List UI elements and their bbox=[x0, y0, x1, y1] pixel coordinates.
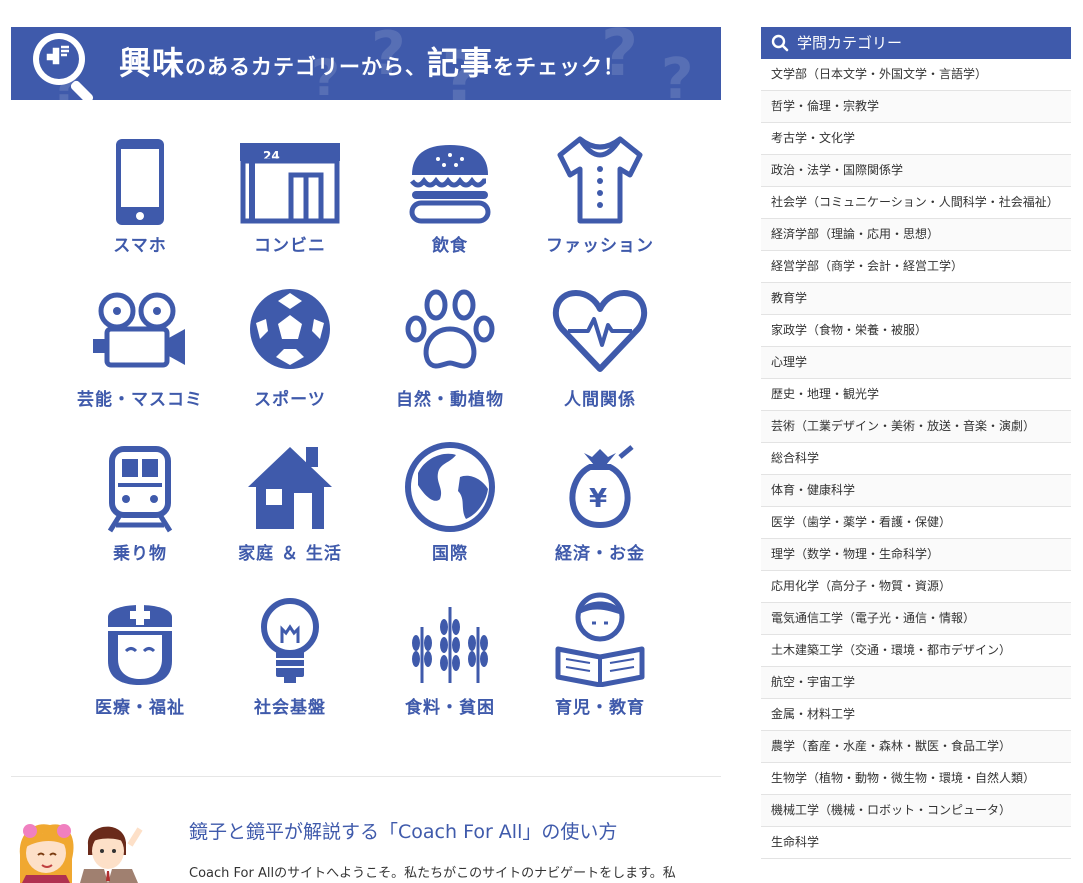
sidebar-item[interactable]: 体育・健康科学 bbox=[761, 474, 1071, 506]
sidebar-item[interactable]: 経済学部（理論・応用・思想） bbox=[761, 218, 1071, 250]
category-childcare-education[interactable]: 育児・教育 bbox=[520, 587, 680, 737]
svg-text:¥: ¥ bbox=[589, 484, 607, 514]
category-label: 飲食 bbox=[432, 236, 468, 256]
category-label: 自然・動植物 bbox=[396, 390, 504, 410]
intro-title[interactable]: 鏡子と鏡平が解説する「Coach For All」の使い方 bbox=[189, 817, 617, 844]
paw-icon bbox=[405, 289, 495, 369]
sidebar-item[interactable]: 機械工学（機械・ロボット・コンピュータ） bbox=[761, 794, 1071, 826]
category-label: 社会基盤 bbox=[254, 698, 326, 718]
heart-pulse-icon bbox=[552, 290, 648, 372]
academic-category-list: 文学部（日本文学・外国文学・言語学） 哲学・倫理・宗教学 考古学・文化学 政治・… bbox=[761, 59, 1071, 858]
shirt-icon bbox=[557, 136, 643, 224]
academic-category-sidebar: 学問カテゴリー 文学部（日本文学・外国文学・言語学） 哲学・倫理・宗教学 考古学… bbox=[761, 27, 1071, 859]
globe-icon bbox=[405, 442, 495, 532]
money-bag-yen-icon: ¥ bbox=[569, 445, 634, 529]
train-icon bbox=[107, 446, 173, 533]
category-label: 経済・お金 bbox=[555, 544, 645, 564]
sidebar-item[interactable]: 教育学 bbox=[761, 282, 1071, 314]
category-medical-welfare[interactable]: 医療・福祉 bbox=[60, 587, 220, 737]
sidebar-item[interactable]: 生命科学 bbox=[761, 826, 1071, 858]
category-label: 芸能・マスコミ bbox=[77, 390, 203, 410]
category-nature[interactable]: 自然・動植物 bbox=[370, 279, 530, 429]
category-label: 家庭 ＆ 生活 bbox=[238, 544, 342, 564]
category-relationships[interactable]: 人間関係 bbox=[520, 279, 680, 429]
category-label: 国際 bbox=[432, 544, 468, 564]
video-camera-icon bbox=[93, 292, 185, 368]
category-international[interactable]: 国際 bbox=[370, 433, 530, 583]
category-convenience-store[interactable]: 24 コンビニ bbox=[210, 125, 370, 275]
sidebar-item[interactable]: 歴史・地理・観光学 bbox=[761, 378, 1071, 410]
section-divider bbox=[11, 776, 721, 777]
category-food[interactable]: 飲食 bbox=[370, 125, 530, 275]
sidebar-item[interactable]: 理学（数学・物理・生命科学） bbox=[761, 538, 1071, 570]
category-home-life[interactable]: 家庭 ＆ 生活 bbox=[210, 433, 370, 583]
sidebar-item[interactable]: 航空・宇宙工学 bbox=[761, 666, 1071, 698]
sidebar-item[interactable]: 応用化学（高分子・物質・資源） bbox=[761, 570, 1071, 602]
magnifier-icon bbox=[33, 33, 94, 100]
category-food-poverty[interactable]: 食料・貧困 bbox=[370, 587, 530, 737]
sidebar-item[interactable]: 総合科学 bbox=[761, 442, 1071, 474]
banner-title: 興味のあるカテゴリーから、記事をチェック！ bbox=[119, 44, 626, 82]
sidebar-item[interactable]: 金属・材料工学 bbox=[761, 698, 1071, 730]
sidebar-heading: 学問カテゴリー bbox=[761, 27, 1071, 59]
smartphone-icon bbox=[116, 139, 164, 225]
category-vehicles[interactable]: 乗り物 bbox=[60, 433, 220, 583]
category-infrastructure[interactable]: 社会基盤 bbox=[210, 587, 370, 737]
child-reading-icon bbox=[555, 592, 645, 687]
house-icon bbox=[248, 447, 332, 529]
category-smartphone[interactable]: スマホ bbox=[60, 125, 220, 275]
search-icon bbox=[771, 34, 789, 52]
sidebar-item[interactable]: 文学部（日本文学・外国文学・言語学） bbox=[761, 59, 1071, 90]
sidebar-item[interactable]: 電気通信工学（電子光・通信・情報） bbox=[761, 602, 1071, 634]
sidebar-item[interactable]: 経営学部（商学・会計・経営工学） bbox=[761, 250, 1071, 282]
sidebar-item[interactable]: 芸術（工業デザイン・美術・放送・音楽・演劇） bbox=[761, 410, 1071, 442]
category-banner: ? ? ? ? ? ? 興味のあるカテゴリーから、記事をチェック！ bbox=[11, 27, 721, 100]
soccer-ball-icon bbox=[250, 289, 330, 369]
category-fashion[interactable]: ファッション bbox=[520, 125, 680, 275]
sidebar-item[interactable]: 心理学 bbox=[761, 346, 1071, 378]
category-label: 育児・教育 bbox=[555, 698, 645, 718]
category-label: ファッション bbox=[546, 236, 654, 256]
sidebar-heading-label: 学問カテゴリー bbox=[797, 34, 903, 52]
sidebar-item[interactable]: 医学（歯学・薬学・看護・保健） bbox=[761, 506, 1071, 538]
category-label: 乗り物 bbox=[113, 544, 167, 564]
category-label: 医療・福祉 bbox=[95, 698, 185, 718]
sidebar-item[interactable]: 家政学（食物・栄養・被服） bbox=[761, 314, 1071, 346]
intro-text: Coach For Allのサイトへようこそ。私たちがこのサイトのナビゲートをし… bbox=[189, 866, 676, 881]
sidebar-item[interactable]: 生物学（植物・動物・微生物・環境・自然人類） bbox=[761, 762, 1071, 794]
category-label: スマホ bbox=[113, 236, 167, 256]
category-economy-money[interactable]: ¥ 経済・お金 bbox=[520, 433, 680, 583]
sidebar-item[interactable]: 政治・法学・国際関係学 bbox=[761, 154, 1071, 186]
category-sports[interactable]: スポーツ bbox=[210, 279, 370, 429]
hamburger-icon bbox=[409, 145, 491, 224]
category-label: コンビニ bbox=[254, 236, 326, 256]
sidebar-item[interactable]: 社会学（コミュニケーション・人間科学・社会福祉） bbox=[761, 186, 1071, 218]
sidebar-item[interactable]: 農学（畜産・水産・森林・獣医・食品工学） bbox=[761, 730, 1071, 762]
convenience-store-icon: 24 bbox=[240, 143, 340, 224]
nurse-icon bbox=[108, 605, 172, 685]
category-label: スポーツ bbox=[254, 390, 326, 410]
sidebar-item[interactable]: 考古学・文化学 bbox=[761, 122, 1071, 154]
category-entertainment[interactable]: 芸能・マスコミ bbox=[60, 279, 220, 429]
sidebar-item[interactable]: 哲学・倫理・宗教学 bbox=[761, 90, 1071, 122]
wheat-icon bbox=[412, 607, 488, 683]
category-label: 食料・貧困 bbox=[405, 698, 495, 718]
light-bulb-icon bbox=[261, 598, 319, 683]
category-label: 人間関係 bbox=[564, 390, 636, 410]
sidebar-item[interactable]: 土木建築工学（交通・環境・都市デザイン） bbox=[761, 634, 1071, 666]
guide-characters-illustration bbox=[19, 824, 143, 883]
